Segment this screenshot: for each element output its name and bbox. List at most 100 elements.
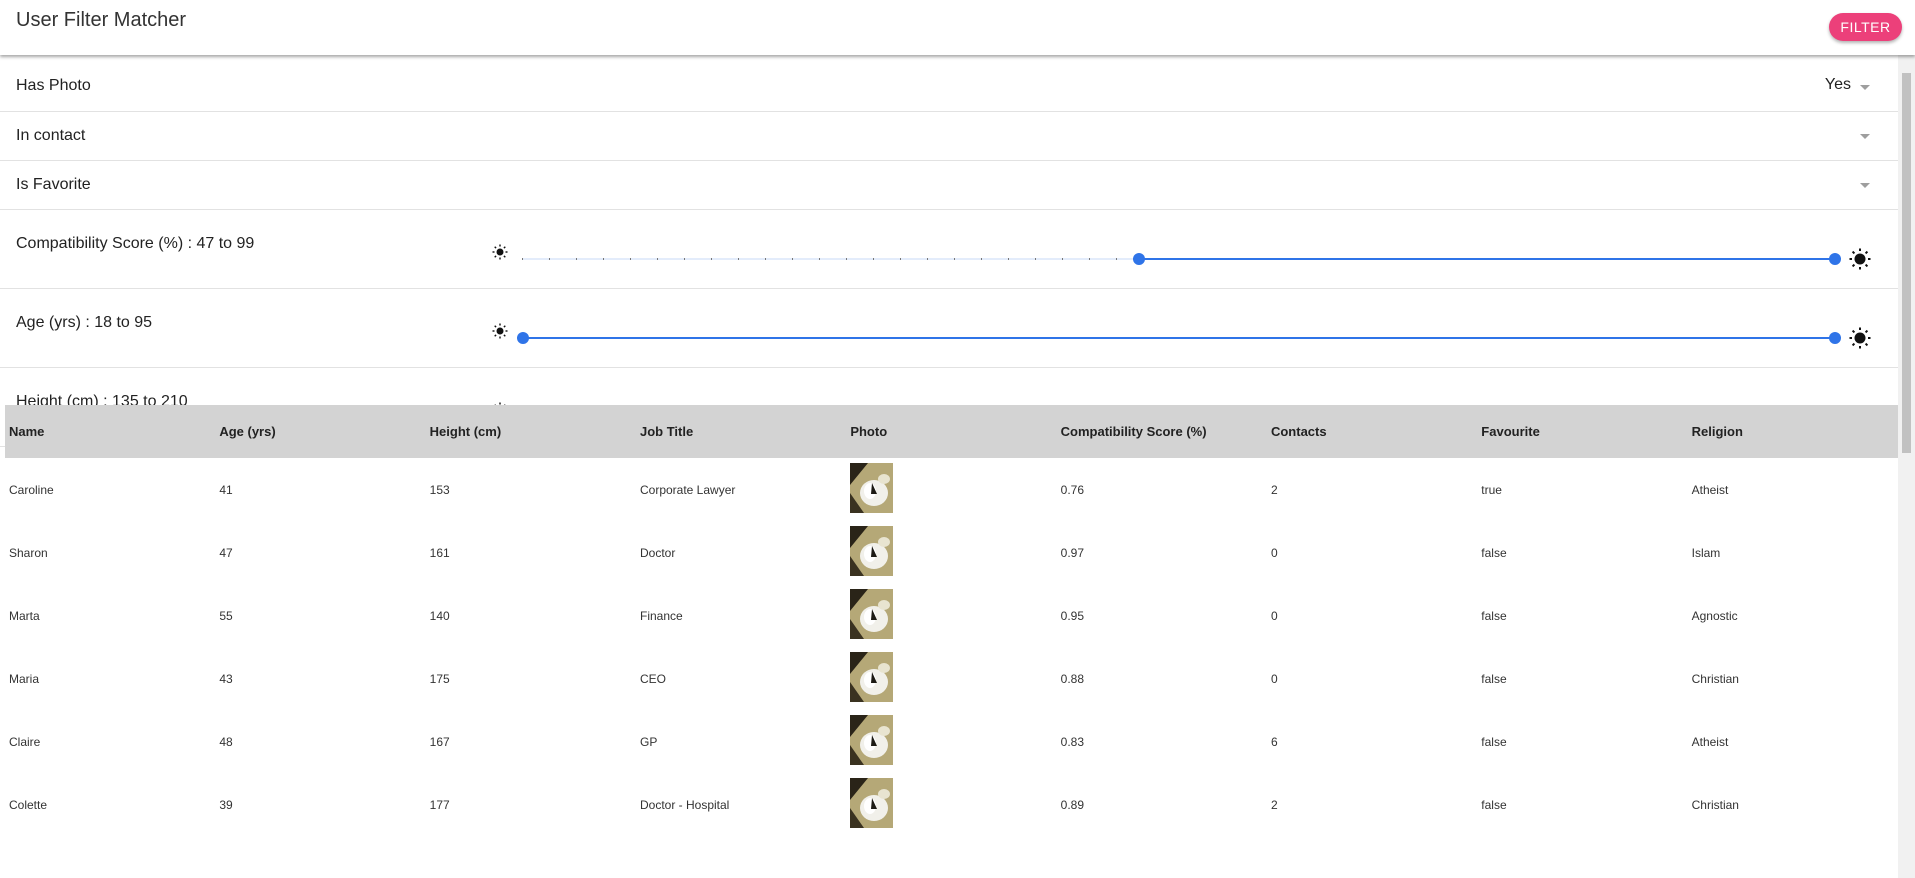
cell-contacts: 6 xyxy=(1270,734,1278,749)
age-label: Age (yrs) : 18 to 95 xyxy=(16,314,153,331)
cell-religion: Atheist xyxy=(1691,734,1729,749)
cell-compatibility: 0.89 xyxy=(1060,797,1084,812)
table-row[interactable]: Colette 39 177 Doctor - Hospital 0.89 2 … xyxy=(5,773,1898,836)
cell-height: 153 xyxy=(429,482,450,497)
table-row[interactable]: Marta 55 140 Finance 0.95 0 false Agnost… xyxy=(5,584,1898,647)
cell-height: 167 xyxy=(429,734,450,749)
profile-photo xyxy=(850,778,894,828)
in-contact-label: In contact xyxy=(16,127,86,144)
column-header-compatibility[interactable]: Compatibility Score (%) xyxy=(1056,405,1267,458)
cell-contacts: 2 xyxy=(1270,482,1278,497)
table-header-row: Name Age (yrs) Height (cm) Job Title Pho… xyxy=(5,405,1898,458)
cell-contacts: 0 xyxy=(1270,671,1278,686)
cell-name: Marta xyxy=(9,608,40,623)
profile-photo xyxy=(850,715,894,765)
compatibility-min-handle[interactable] xyxy=(1133,253,1145,265)
cell-compatibility: 0.83 xyxy=(1060,734,1084,749)
cell-contacts: 0 xyxy=(1270,545,1278,560)
profile-photo xyxy=(850,526,894,576)
column-header-favourite[interactable]: Favourite xyxy=(1477,405,1688,458)
scrollbar-thumb[interactable] xyxy=(1902,73,1911,453)
in-contact-select[interactable]: In contact xyxy=(0,112,1898,161)
has-photo-select[interactable]: Has Photo Yes xyxy=(0,55,1898,112)
cell-job-title: Corporate Lawyer xyxy=(639,482,736,497)
cell-religion: Christian xyxy=(1691,671,1739,686)
age-min-handle[interactable] xyxy=(517,332,529,344)
cell-job-title: CEO xyxy=(639,671,666,686)
cell-contacts: 2 xyxy=(1270,797,1278,812)
chevron-down-icon xyxy=(1860,134,1870,139)
cell-name: Claire xyxy=(9,734,41,749)
column-header-height[interactable]: Height (cm) xyxy=(425,405,636,458)
cell-age: 39 xyxy=(219,797,233,812)
cell-job-title: Doctor - Hospital xyxy=(639,797,730,812)
app-title: User Filter Matcher xyxy=(16,9,187,31)
is-favorite-label: Is Favorite xyxy=(16,176,91,193)
cell-job-title: Doctor xyxy=(639,545,676,560)
is-favorite-select[interactable]: Is Favorite xyxy=(0,161,1898,210)
has-photo-label: Has Photo xyxy=(16,77,91,94)
table-row[interactable]: Sharon 47 161 Doctor 0.97 0 false Islam xyxy=(5,521,1898,584)
age-filter: Age (yrs) : 18 to 95 xyxy=(0,289,1898,368)
cell-age: 41 xyxy=(219,482,233,497)
age-slider-track[interactable] xyxy=(523,337,1836,339)
results-table: Name Age (yrs) Height (cm) Job Title Pho… xyxy=(5,405,1898,836)
cell-name: Sharon xyxy=(9,545,48,560)
cell-favourite: false xyxy=(1481,608,1507,623)
cell-compatibility: 0.88 xyxy=(1060,671,1084,686)
sun-large-icon xyxy=(1849,327,1871,349)
chevron-down-icon xyxy=(1860,85,1870,90)
cell-name: Colette xyxy=(9,797,48,812)
has-photo-value: Yes xyxy=(1824,76,1851,93)
cell-age: 48 xyxy=(219,734,233,749)
cell-favourite: false xyxy=(1481,797,1507,812)
cell-height: 175 xyxy=(429,671,450,686)
table-row[interactable]: Maria 43 175 CEO 0.88 0 false Christian xyxy=(5,647,1898,710)
cell-favourite: false xyxy=(1481,545,1507,560)
cell-height: 140 xyxy=(429,608,450,623)
cell-religion: Islam xyxy=(1691,545,1721,560)
results-table-container: Name Age (yrs) Height (cm) Job Title Pho… xyxy=(5,405,1898,836)
sun-large-icon xyxy=(1849,248,1871,270)
vertical-scrollbar[interactable] xyxy=(1898,55,1915,878)
cell-favourite: false xyxy=(1481,734,1507,749)
cell-favourite: false xyxy=(1481,671,1507,686)
cell-height: 177 xyxy=(429,797,450,812)
cell-favourite: true xyxy=(1481,482,1502,497)
profile-photo xyxy=(850,589,894,639)
cell-compatibility: 0.76 xyxy=(1060,482,1084,497)
profile-photo xyxy=(850,652,894,702)
compatibility-label: Compatibility Score (%) : 47 to 99 xyxy=(16,235,255,252)
column-header-contacts[interactable]: Contacts xyxy=(1266,405,1478,458)
app-bar: User Filter Matcher FILTER xyxy=(0,0,1915,55)
cell-compatibility: 0.95 xyxy=(1060,608,1084,623)
column-header-age[interactable]: Age (yrs) xyxy=(215,405,426,458)
cell-age: 43 xyxy=(219,671,233,686)
table-row[interactable]: Caroline 41 153 Corporate Lawyer 0.76 2 … xyxy=(5,458,1898,521)
column-header-photo[interactable]: Photo xyxy=(846,405,1057,458)
table-row[interactable]: Claire 48 167 GP 0.83 6 false Atheist xyxy=(5,710,1898,773)
chevron-down-icon xyxy=(1860,183,1870,188)
cell-contacts: 0 xyxy=(1270,608,1278,623)
compatibility-slider-track[interactable] xyxy=(1139,258,1836,260)
compatibility-max-handle[interactable] xyxy=(1829,253,1841,265)
sun-small-icon xyxy=(492,323,508,339)
cell-age: 55 xyxy=(219,608,233,623)
column-header-job-title[interactable]: Job Title xyxy=(635,405,847,458)
cell-name: Caroline xyxy=(9,482,54,497)
cell-religion: Christian xyxy=(1691,797,1739,812)
cell-age: 47 xyxy=(219,545,233,560)
cell-religion: Atheist xyxy=(1691,482,1729,497)
cell-height: 161 xyxy=(429,545,450,560)
cell-religion: Agnostic xyxy=(1691,608,1738,623)
age-max-handle[interactable] xyxy=(1829,332,1841,344)
cell-compatibility: 0.97 xyxy=(1060,545,1084,560)
cell-name: Maria xyxy=(9,671,40,686)
slider-ticks xyxy=(522,258,1138,260)
cell-job-title: GP xyxy=(639,734,658,749)
sun-small-icon xyxy=(492,244,508,260)
filter-button[interactable]: FILTER xyxy=(1829,13,1902,41)
profile-photo xyxy=(850,463,894,513)
column-header-religion[interactable]: Religion xyxy=(1687,405,1898,458)
column-header-name[interactable]: Name xyxy=(5,405,216,458)
